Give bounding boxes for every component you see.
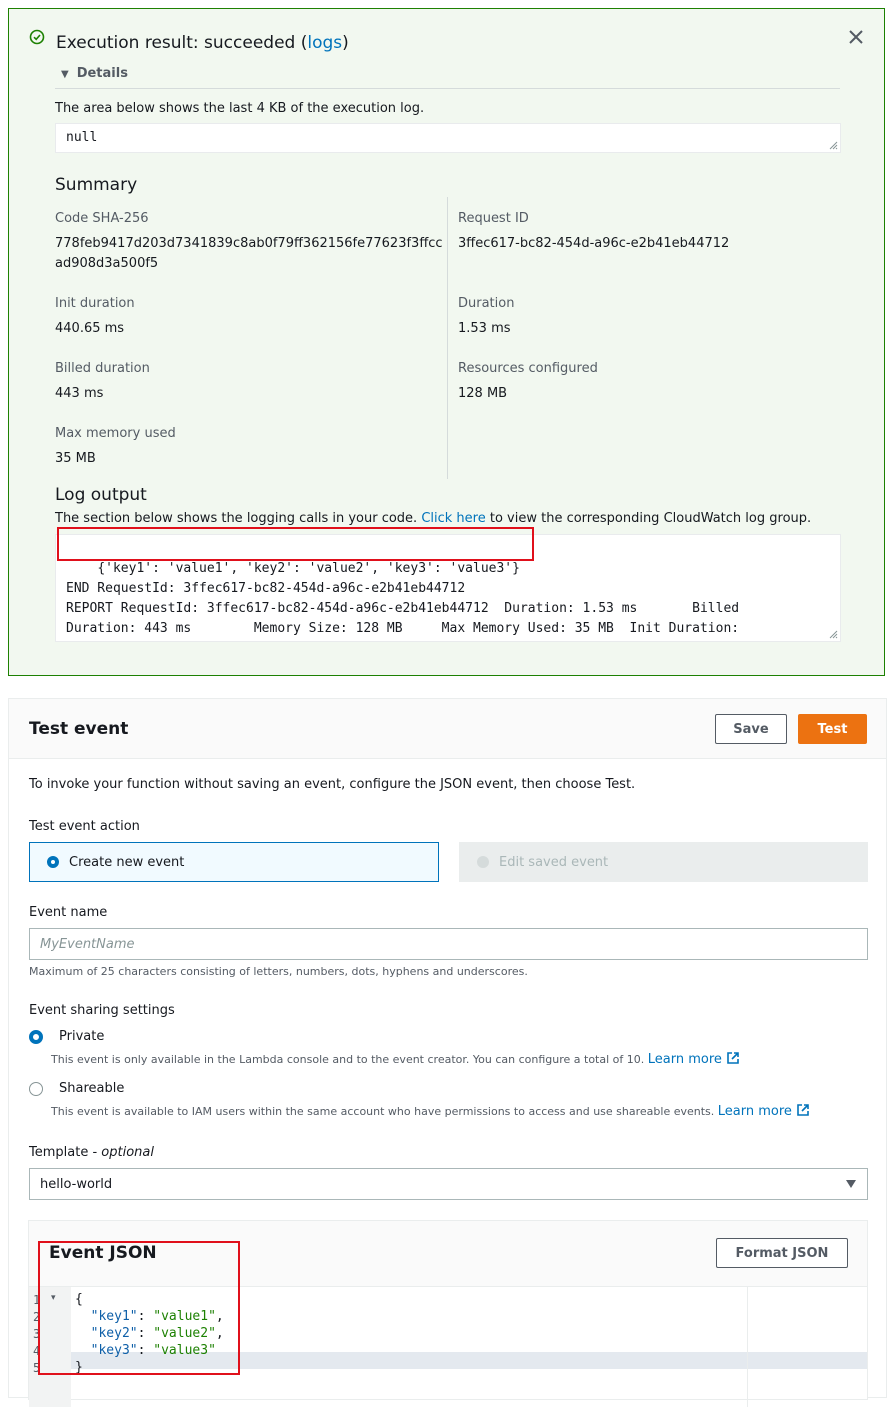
duration-value: 1.53 ms [458,321,511,336]
private-radio[interactable]: Private [29,1029,104,1044]
execution-result-title: Execution result: succeeded (logs) [56,33,349,53]
logs-link[interactable]: logs [307,33,342,53]
caret-down-icon [846,1180,856,1188]
template-label: Template - optional [29,1145,154,1160]
create-new-event-option[interactable]: Create new event [29,842,439,882]
print-margin [747,1287,748,1407]
intro-text: To invoke your function without saving a… [29,777,636,792]
private-hint: This event is only available in the Lamb… [51,1051,740,1067]
line-number: 2 [33,1310,41,1324]
test-event-action-label: Test event action [29,819,140,834]
code-line[interactable]: { [75,1292,83,1307]
radio-selected-icon [29,1029,43,1044]
summary-heading: Summary [55,175,138,195]
billed-duration-value: 443 ms [55,386,104,401]
template-select[interactable]: hello-world [29,1168,868,1200]
code-line[interactable]: "key3": "value3" [75,1343,216,1358]
event-json-header: Event JSON Format JSON [29,1221,867,1287]
log-output-box[interactable]: {'key1': 'value1', 'key2': 'value2', 'ke… [55,534,841,642]
divider [55,88,840,89]
code-line[interactable]: "key2": "value2", [75,1326,224,1341]
test-event-header: Test event Save Test [9,699,886,759]
test-event-panel: Test event Save Test To invoke your func… [8,698,887,1407]
test-button[interactable]: Test [798,714,867,744]
log-output-heading: Log output [55,485,147,505]
format-json-button[interactable]: Format JSON [716,1238,848,1268]
close-icon[interactable] [848,29,864,45]
learn-more-link[interactable]: Learn more [648,1052,722,1067]
request-id-label: Request ID [458,211,529,226]
cloudwatch-link[interactable]: Click here [421,511,485,526]
line-number: 1 [33,1293,41,1307]
success-check-icon [29,29,45,45]
duration-label: Duration [458,296,515,311]
code-line[interactable]: } [75,1360,83,1375]
line-number: 4 [33,1344,41,1358]
max-memory-label: Max memory used [55,426,176,441]
line-number: 3 [33,1327,41,1341]
event-name-input[interactable]: MyEventName [29,928,868,960]
resources-configured-value: 128 MB [458,386,508,401]
external-link-icon[interactable] [726,1051,740,1065]
code-line[interactable]: "key1": "value1", [75,1309,224,1324]
external-link-icon[interactable] [796,1103,810,1117]
shareable-hint: This event is available to IAM users wit… [51,1103,810,1119]
shareable-radio[interactable]: Shareable [29,1081,124,1096]
editor-gutter: 1 ▾ 2 3 4 5 [29,1287,71,1407]
learn-more-link[interactable]: Learn more [718,1104,792,1119]
request-id-value: 3ffec617-bc82-454d-a96c-e2b41eb44712 [458,236,730,251]
log-output-note: The section below shows the logging call… [55,511,812,526]
init-duration-label: Init duration [55,296,135,311]
execution-result-panel: Execution result: succeeded (logs) ▼ Deta… [8,8,885,676]
code-sha-label: Code SHA-256 [55,211,149,226]
resize-grip-icon[interactable] [829,630,838,639]
code-sha-value: 778feb9417d203d7341839c8ab0f79ff362156fe… [55,236,443,271]
radio-selected-icon [47,856,59,868]
line-number: 5 [33,1361,41,1375]
event-name-label: Event name [29,905,108,920]
resources-configured-label: Resources configured [458,361,598,376]
radio-disabled-icon [477,856,489,868]
log-area-note: The area below shows the last 4 KB of th… [55,101,425,116]
billed-duration-label: Billed duration [55,361,150,376]
caret-down-icon: ▼ [61,69,69,80]
column-divider [447,197,448,479]
execution-log-tail[interactable]: null [55,123,841,153]
event-json-title: Event JSON [49,1243,157,1263]
test-event-title: Test event [29,719,129,739]
log-output-text: {'key1': 'value1', 'key2': 'value2', 'ke… [66,561,740,636]
resize-grip-icon[interactable] [829,141,838,150]
details-toggle[interactable]: ▼ Details [61,66,128,81]
event-json-panel: Event JSON Format JSON 1 ▾ 2 3 4 5 { "ke… [28,1220,868,1407]
save-button[interactable]: Save [715,714,787,744]
init-duration-value: 440.65 ms [55,321,125,336]
max-memory-value: 35 MB [55,451,96,466]
fold-caret-icon[interactable]: ▾ [51,1293,56,1303]
radio-unselected-icon [29,1081,43,1096]
event-sharing-label: Event sharing settings [29,1003,175,1018]
edit-saved-event-option: Edit saved event [459,842,868,882]
event-name-hint: Maximum of 25 characters consisting of l… [29,965,528,978]
